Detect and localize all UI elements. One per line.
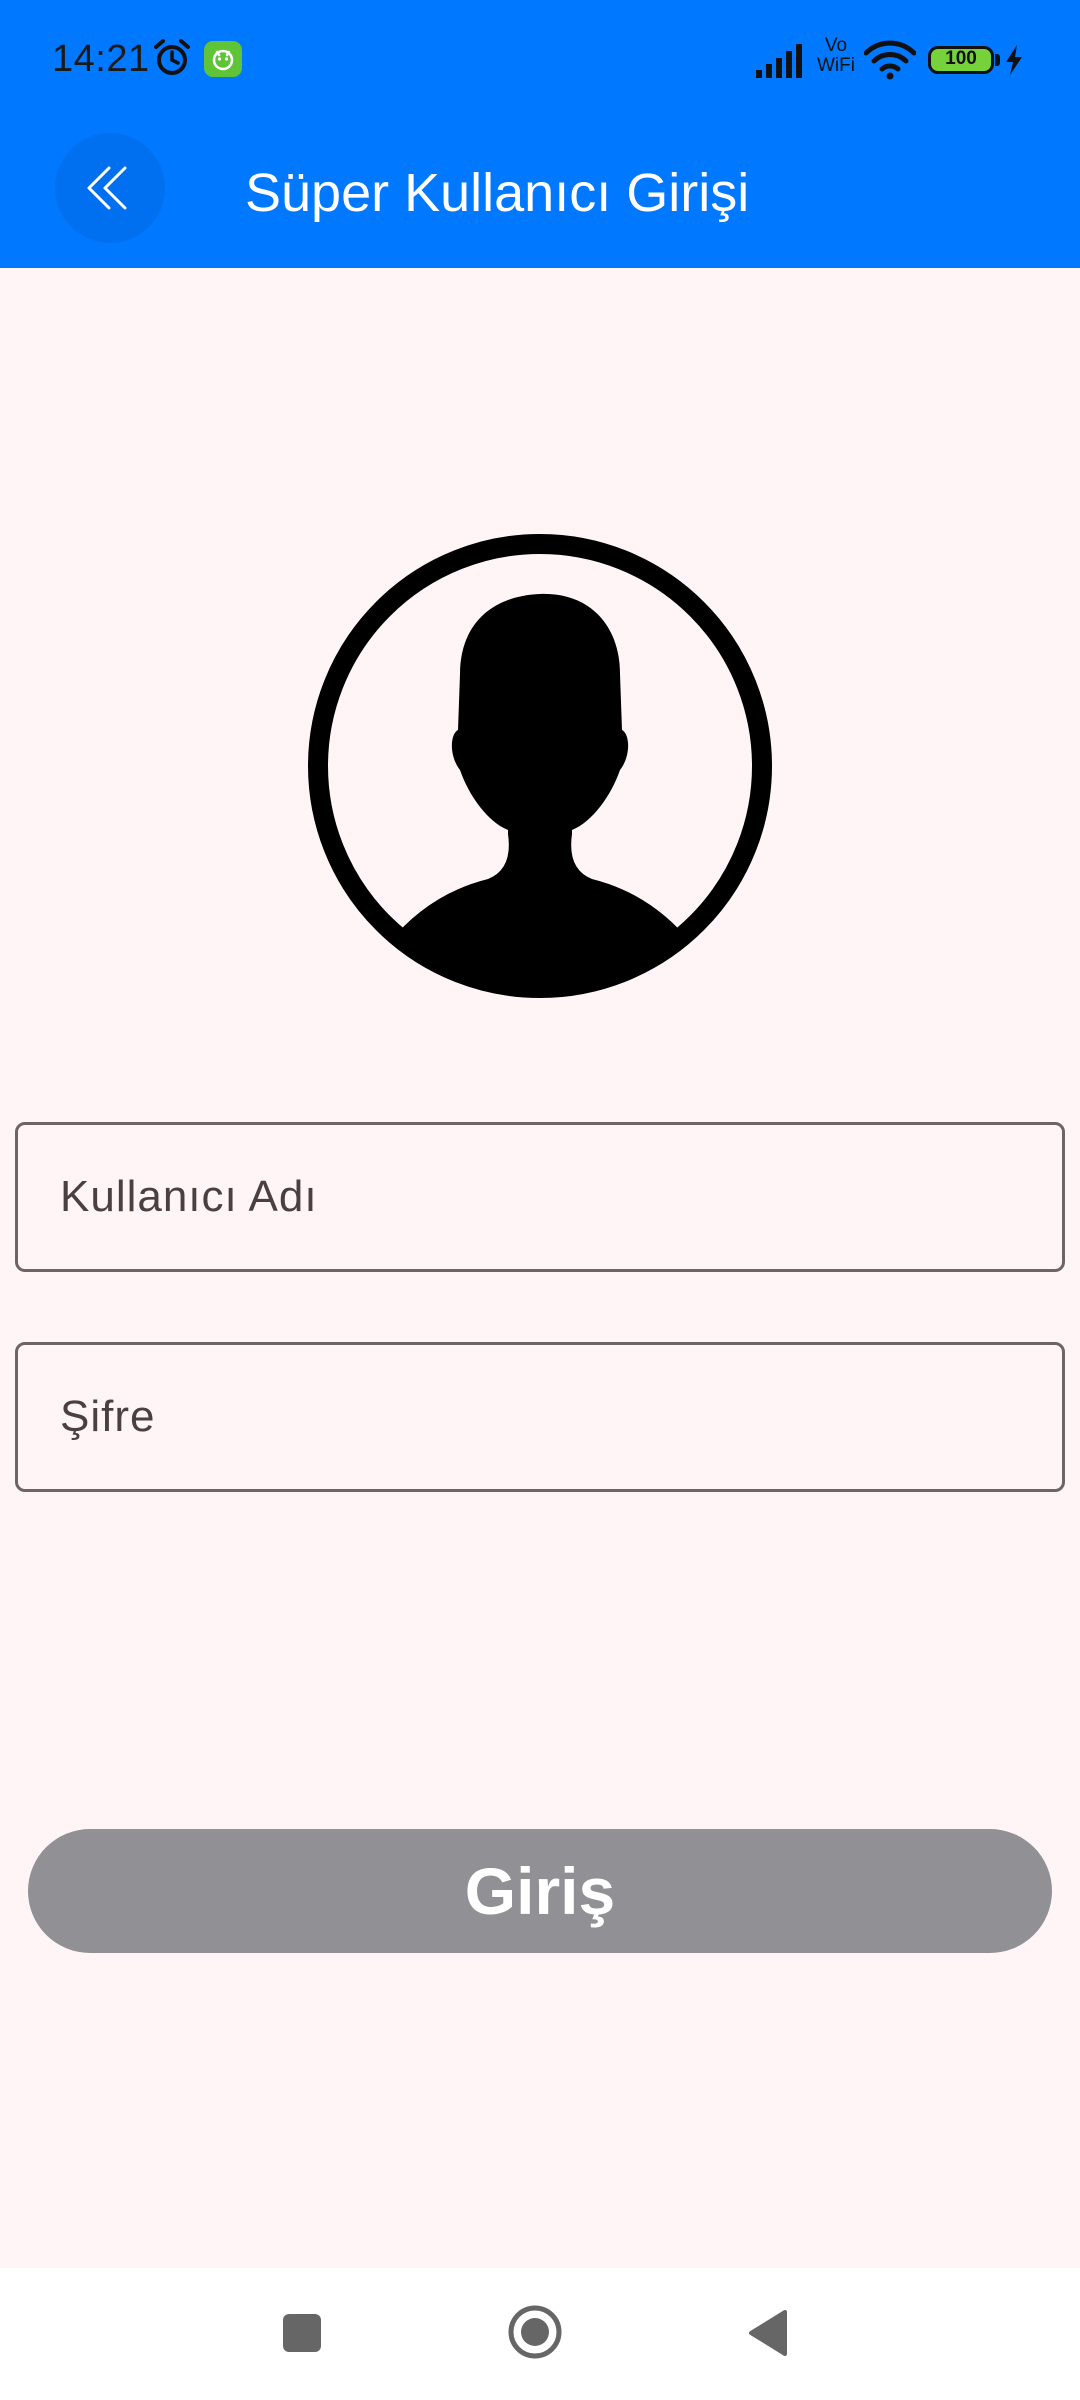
- login-button[interactable]: Giriş: [28, 1829, 1052, 1953]
- page-title: Süper Kullanıcı Girişi: [245, 163, 750, 223]
- signal-icon: [756, 42, 806, 78]
- wifi-icon: [863, 40, 917, 80]
- username-input[interactable]: [18, 1125, 1062, 1269]
- battery-cap: [995, 54, 1000, 66]
- back-icon[interactable]: [745, 2308, 789, 2358]
- double-chevron-left-icon: [87, 166, 127, 210]
- home-icon[interactable]: [506, 2303, 564, 2361]
- alarm-icon: [152, 38, 192, 78]
- app-bar: 14:21 Vo WiFi 100 Süper Kullanıcı Girişi: [0, 0, 1080, 268]
- username-field[interactable]: [15, 1122, 1065, 1272]
- password-field[interactable]: [15, 1342, 1065, 1492]
- navigation-bar: [0, 2268, 1080, 2400]
- password-input[interactable]: [18, 1345, 1062, 1489]
- app-badge-icon: [204, 41, 242, 77]
- status-bar: 14:21 Vo WiFi 100: [0, 0, 1080, 120]
- battery-icon: 100: [928, 46, 994, 74]
- vowifi-icon: Vo WiFi: [817, 35, 855, 76]
- recents-icon[interactable]: [283, 2314, 321, 2352]
- back-button[interactable]: [55, 133, 165, 243]
- charging-icon: [1003, 44, 1025, 76]
- user-silhouette-icon: [308, 534, 772, 998]
- avatar: [308, 534, 772, 998]
- status-time: 14:21: [52, 38, 150, 80]
